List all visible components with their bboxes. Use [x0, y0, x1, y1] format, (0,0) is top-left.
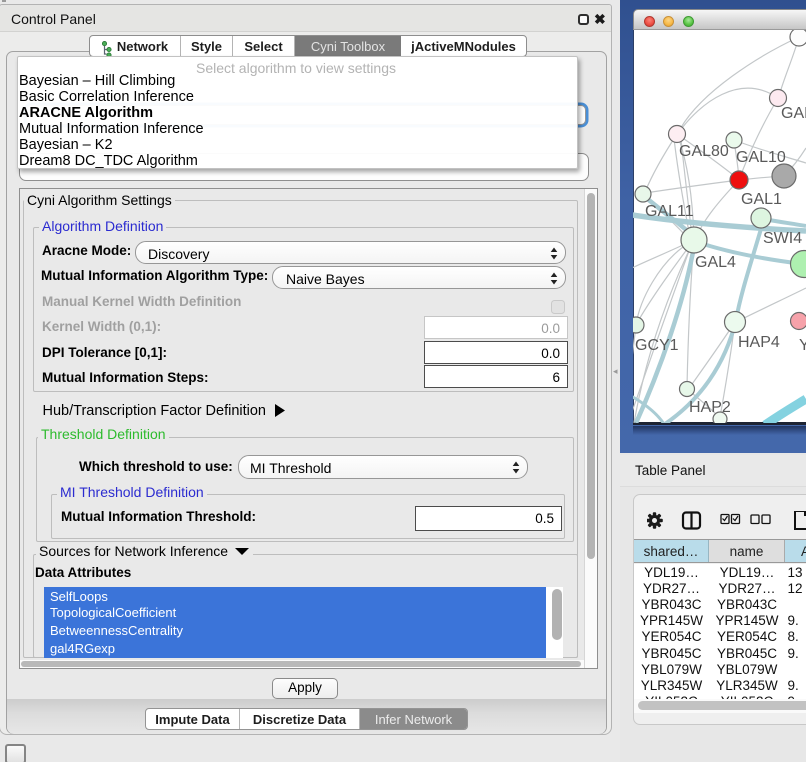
svg-text:Y: Y	[799, 337, 806, 354]
svg-text:GAL10: GAL10	[736, 149, 786, 166]
svg-text:HAP4: HAP4	[738, 334, 780, 351]
svg-text:GCY1: GCY1	[635, 337, 679, 354]
svg-text:SWI4: SWI4	[763, 230, 802, 247]
svg-text:GAL1: GAL1	[741, 191, 782, 208]
svg-text:HAP2: HAP2	[689, 399, 731, 416]
svg-text:GAL4: GAL4	[695, 254, 736, 271]
svg-text:GAL11: GAL11	[645, 203, 694, 220]
svg-text:GAL80: GAL80	[679, 143, 729, 160]
svg-text:GAL: GAL	[781, 105, 806, 122]
